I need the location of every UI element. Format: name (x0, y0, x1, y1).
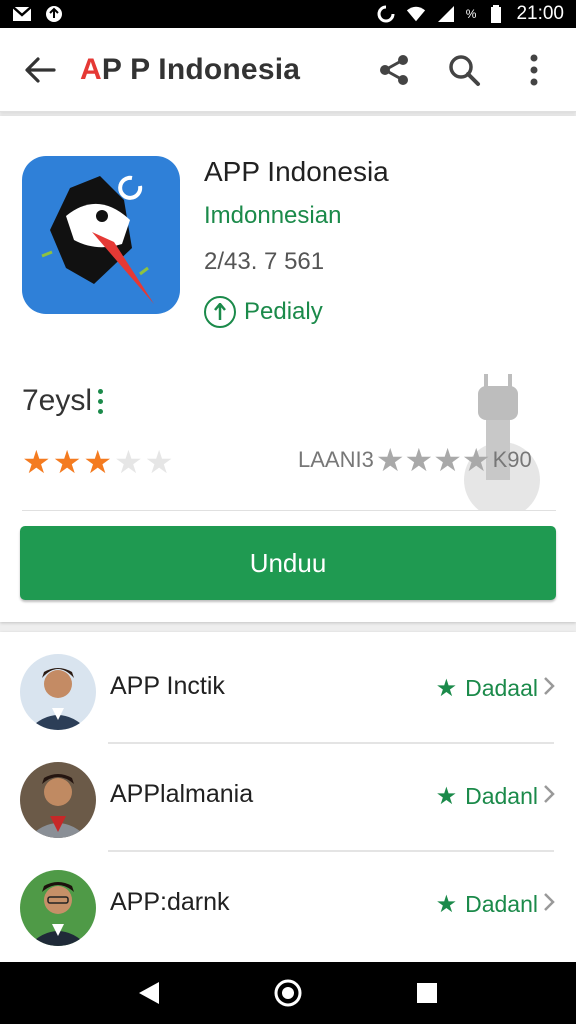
secondary-rating-suffix: K90 (492, 447, 532, 472)
chevron-right-icon (544, 785, 555, 803)
app-bar-title-text: P Indonesia (130, 52, 301, 86)
badge-icon (204, 296, 236, 328)
star-icon: ★ (435, 675, 458, 702)
list-item[interactable]: APPlalmania ★ Dadanl (0, 744, 576, 852)
home-circle-icon (274, 979, 302, 1007)
share-icon (380, 54, 408, 85)
avatar (20, 762, 96, 838)
rating-stars: ★ ★ ★ ★ ★ (22, 446, 173, 478)
upload-icon (44, 5, 64, 23)
battery-percent: % (465, 7, 477, 21)
app-meta: 2/43. 7 561 (204, 248, 325, 275)
list-item-action[interactable]: ★ Dadanl (436, 782, 538, 811)
star-icon: ★ (375, 442, 405, 478)
more-button[interactable] (514, 50, 554, 90)
chevron-right-icon (544, 677, 555, 695)
app-detail-card: APP Indonesia Imdonnesian 2/43. 7 561 Pe… (0, 116, 576, 622)
search-icon (449, 54, 480, 86)
related-list: APP Inctik ★ Dadaal APPlalmania ★ Dadanl A… (0, 632, 576, 962)
rating-label: 7eysl (22, 384, 104, 418)
avatar (20, 654, 96, 730)
avatar (20, 870, 96, 946)
app-bar-title: AP P Indonesia (80, 53, 300, 87)
star-icon: ★ (435, 891, 458, 918)
list-item-title: APP:darnk (110, 888, 230, 916)
rating-dots-icon (98, 388, 104, 414)
back-button[interactable] (0, 28, 80, 112)
list-item-title: APP Inctik (110, 672, 225, 700)
nav-back-button[interactable] (129, 973, 169, 1013)
editors-badge: Pedialy (204, 296, 323, 328)
star-icon: ★ (52, 444, 82, 480)
app-bar: AP P Indonesia (0, 28, 576, 112)
install-button[interactable]: Unduu (20, 526, 556, 600)
star-icon: ★ (83, 444, 113, 480)
star-icon: ★ (433, 442, 462, 478)
star-icon: ★ (404, 442, 434, 478)
arrow-back-icon (25, 56, 56, 83)
signal-icon (436, 5, 456, 23)
search-button[interactable] (444, 50, 484, 90)
star-icon: ★ (114, 444, 143, 480)
star-icon: ★ (144, 444, 174, 480)
star-icon: ★ (461, 442, 491, 478)
wifi-icon (406, 5, 426, 23)
app-icon (22, 156, 180, 314)
system-nav-bar (0, 962, 576, 1024)
battery-icon (486, 5, 506, 23)
clock: 21:00 (516, 3, 564, 24)
list-item[interactable]: APP:darnk ★ Dadanl (0, 852, 576, 960)
list-item-action[interactable]: ★ Dadaal (436, 674, 538, 703)
back-triangle-icon (139, 982, 160, 1004)
app-title: APP Indonesia (204, 156, 389, 187)
secondary-rating: LAANI3 ★ ★ ★ ★ K90 (298, 444, 532, 476)
list-item-title: APPlalmania (110, 780, 254, 808)
developer-link[interactable]: Imdonnesian (204, 202, 341, 230)
list-item[interactable]: APP Inctik ★ Dadaal (0, 636, 576, 744)
sync-icon (376, 5, 396, 23)
list-item-action[interactable]: ★ Dadanl (436, 890, 538, 919)
star-icon: ★ (435, 783, 458, 810)
recents-square-icon (416, 983, 437, 1003)
gmail-icon (12, 5, 32, 23)
badge-label: Pedialy (244, 298, 323, 325)
status-bar: % 21:00 (0, 0, 576, 28)
android-watermark-icon (464, 374, 540, 510)
nav-home-button[interactable] (268, 973, 308, 1013)
secondary-rating-prefix: LAANI3 (298, 447, 374, 472)
more-vert-icon (530, 54, 538, 85)
nav-recents-button[interactable] (407, 973, 447, 1013)
chevron-right-icon (544, 893, 555, 911)
share-button[interactable] (374, 50, 414, 90)
star-icon: ★ (22, 444, 51, 480)
divider (22, 510, 556, 511)
brand-logo: AP (80, 52, 123, 86)
